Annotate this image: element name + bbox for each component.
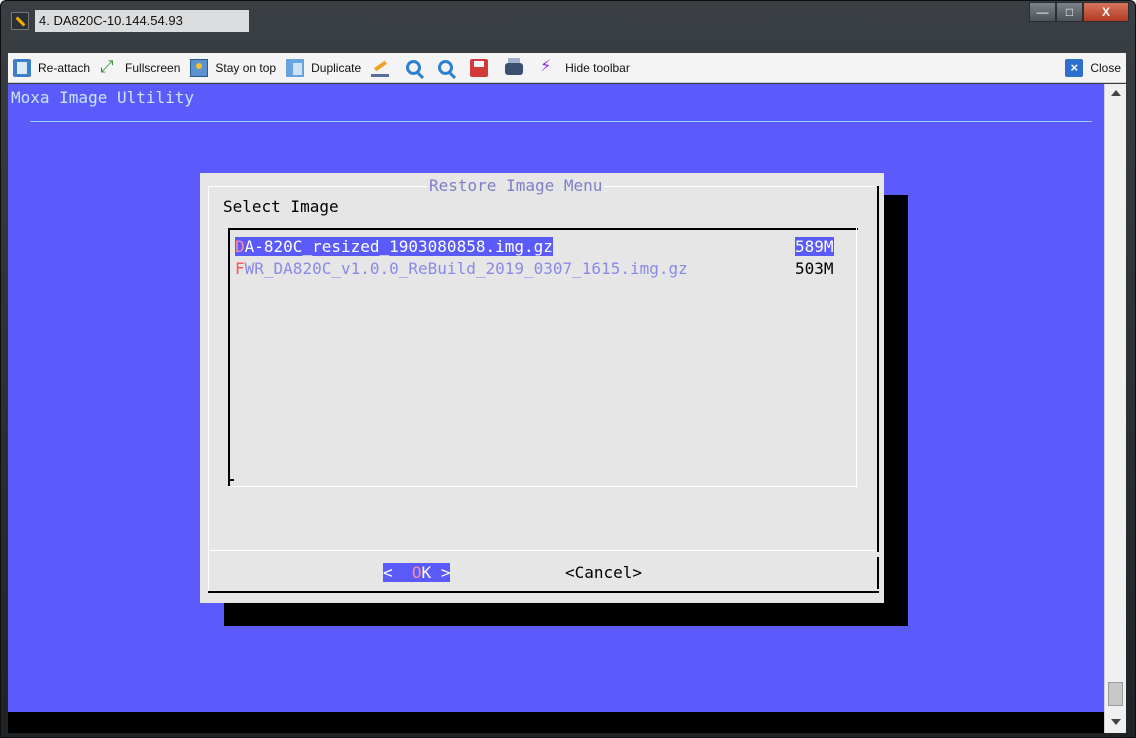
vertical-scrollbar[interactable]	[1104, 84, 1126, 733]
item-name-rest: A-820C_resized_1903080858.img.gz	[244, 237, 553, 256]
hide-toolbar-button[interactable]: Hide toolbar	[535, 53, 635, 83]
item-name-rest: WR_DA820C_v1.0.0_ReBuild_2019_0307_1615.…	[244, 259, 688, 278]
print-button[interactable]	[500, 53, 535, 83]
title-divider	[30, 121, 1092, 122]
window-controls: — □ X	[1029, 2, 1129, 22]
dialog-border-bottom	[208, 591, 879, 593]
dialog-border-right-lower	[877, 557, 879, 589]
image-size: 589M	[795, 237, 834, 256]
close-window-button[interactable]: X	[1083, 2, 1129, 22]
ok-left-bracket: <	[383, 563, 403, 582]
fullscreen-icon	[100, 57, 118, 77]
restore-image-dialog: Restore Image Menu Select Image DA-820C_…	[200, 173, 884, 603]
reattach-label: Re-attach	[38, 60, 91, 75]
reattach-button[interactable]: Re-attach	[8, 53, 95, 83]
list-item[interactable]: DA-820C_resized_1903080858.img.gz 589M	[235, 237, 845, 257]
dialog-title: Restore Image Menu	[427, 176, 605, 195]
save-button[interactable]	[465, 53, 500, 83]
ok-hotkey: O	[411, 563, 422, 582]
hide-toolbar-label: Hide toolbar	[565, 60, 630, 75]
list-corner	[228, 479, 234, 481]
image-name: DA-820C_resized_1903080858.img.gz	[235, 237, 553, 256]
zoom-in-icon	[406, 60, 422, 75]
duplicate-button[interactable]: Duplicate	[281, 53, 366, 83]
cancel-button[interactable]: <Cancel>	[565, 563, 642, 582]
terminal-bottom-bar	[8, 712, 1104, 733]
list-border-left	[228, 228, 230, 487]
duplicate-label: Duplicate	[311, 60, 362, 75]
dialog-prompt: Select Image	[223, 197, 339, 216]
list-border-bottom	[228, 486, 858, 487]
list-border-right	[856, 228, 857, 487]
image-size: 503M	[795, 259, 834, 278]
reattach-icon	[13, 58, 31, 77]
save-icon	[470, 58, 489, 77]
scroll-up-icon[interactable]	[1111, 90, 1121, 96]
lightning-icon	[540, 56, 558, 77]
close-label: Close	[1090, 60, 1121, 75]
maximize-button[interactable]: □	[1056, 2, 1083, 22]
pen-icon	[371, 59, 390, 77]
dialog-button-separator	[208, 550, 877, 551]
fullscreen-button[interactable]: Fullscreen	[95, 53, 185, 83]
scroll-down-icon[interactable]	[1111, 719, 1121, 725]
ok-pad	[402, 563, 412, 582]
app-title: Moxa Image Ultility	[11, 88, 195, 107]
image-list[interactable]: DA-820C_resized_1903080858.img.gz 589M F…	[228, 228, 858, 487]
zoom-out-icon	[438, 60, 454, 75]
edit-button[interactable]	[366, 53, 401, 83]
list-border-top	[228, 228, 858, 230]
minimize-button[interactable]: —	[1029, 2, 1056, 22]
window-title: 4. DA820C-10.144.54.93	[35, 10, 249, 32]
item-hotkey: D	[235, 237, 245, 256]
duplicate-icon	[286, 58, 305, 77]
dialog-border-left	[208, 186, 209, 592]
ok-button[interactable]: < OK >	[383, 563, 451, 583]
title-bar[interactable]: 4. DA820C-10.144.54.93 — □ X	[1, 1, 1135, 41]
stay-on-top-label: Stay on top	[215, 60, 277, 75]
fullscreen-label: Fullscreen	[125, 60, 181, 75]
stay-on-top-button[interactable]: Stay on top	[185, 53, 281, 83]
toolbar: Re-attach Fullscreen Stay on top Duplica…	[8, 53, 1126, 83]
close-icon: ×	[1065, 58, 1084, 77]
ok-rest: K	[421, 563, 432, 582]
ok-right-bracket: >	[431, 563, 451, 582]
zoom-out-button[interactable]	[433, 53, 465, 83]
stay-on-top-icon	[190, 58, 209, 77]
image-name: FWR_DA820C_v1.0.0_ReBuild_2019_0307_1615…	[235, 259, 688, 278]
list-item[interactable]: FWR_DA820C_v1.0.0_ReBuild_2019_0307_1615…	[235, 259, 845, 279]
app-icon	[11, 12, 29, 30]
close-button[interactable]: × Close	[1060, 53, 1126, 83]
zoom-in-button[interactable]	[401, 53, 433, 83]
dialog-border-right	[877, 186, 879, 552]
printer-icon	[505, 58, 524, 75]
scroll-thumb[interactable]	[1108, 682, 1123, 706]
item-hotkey: F	[235, 259, 245, 278]
